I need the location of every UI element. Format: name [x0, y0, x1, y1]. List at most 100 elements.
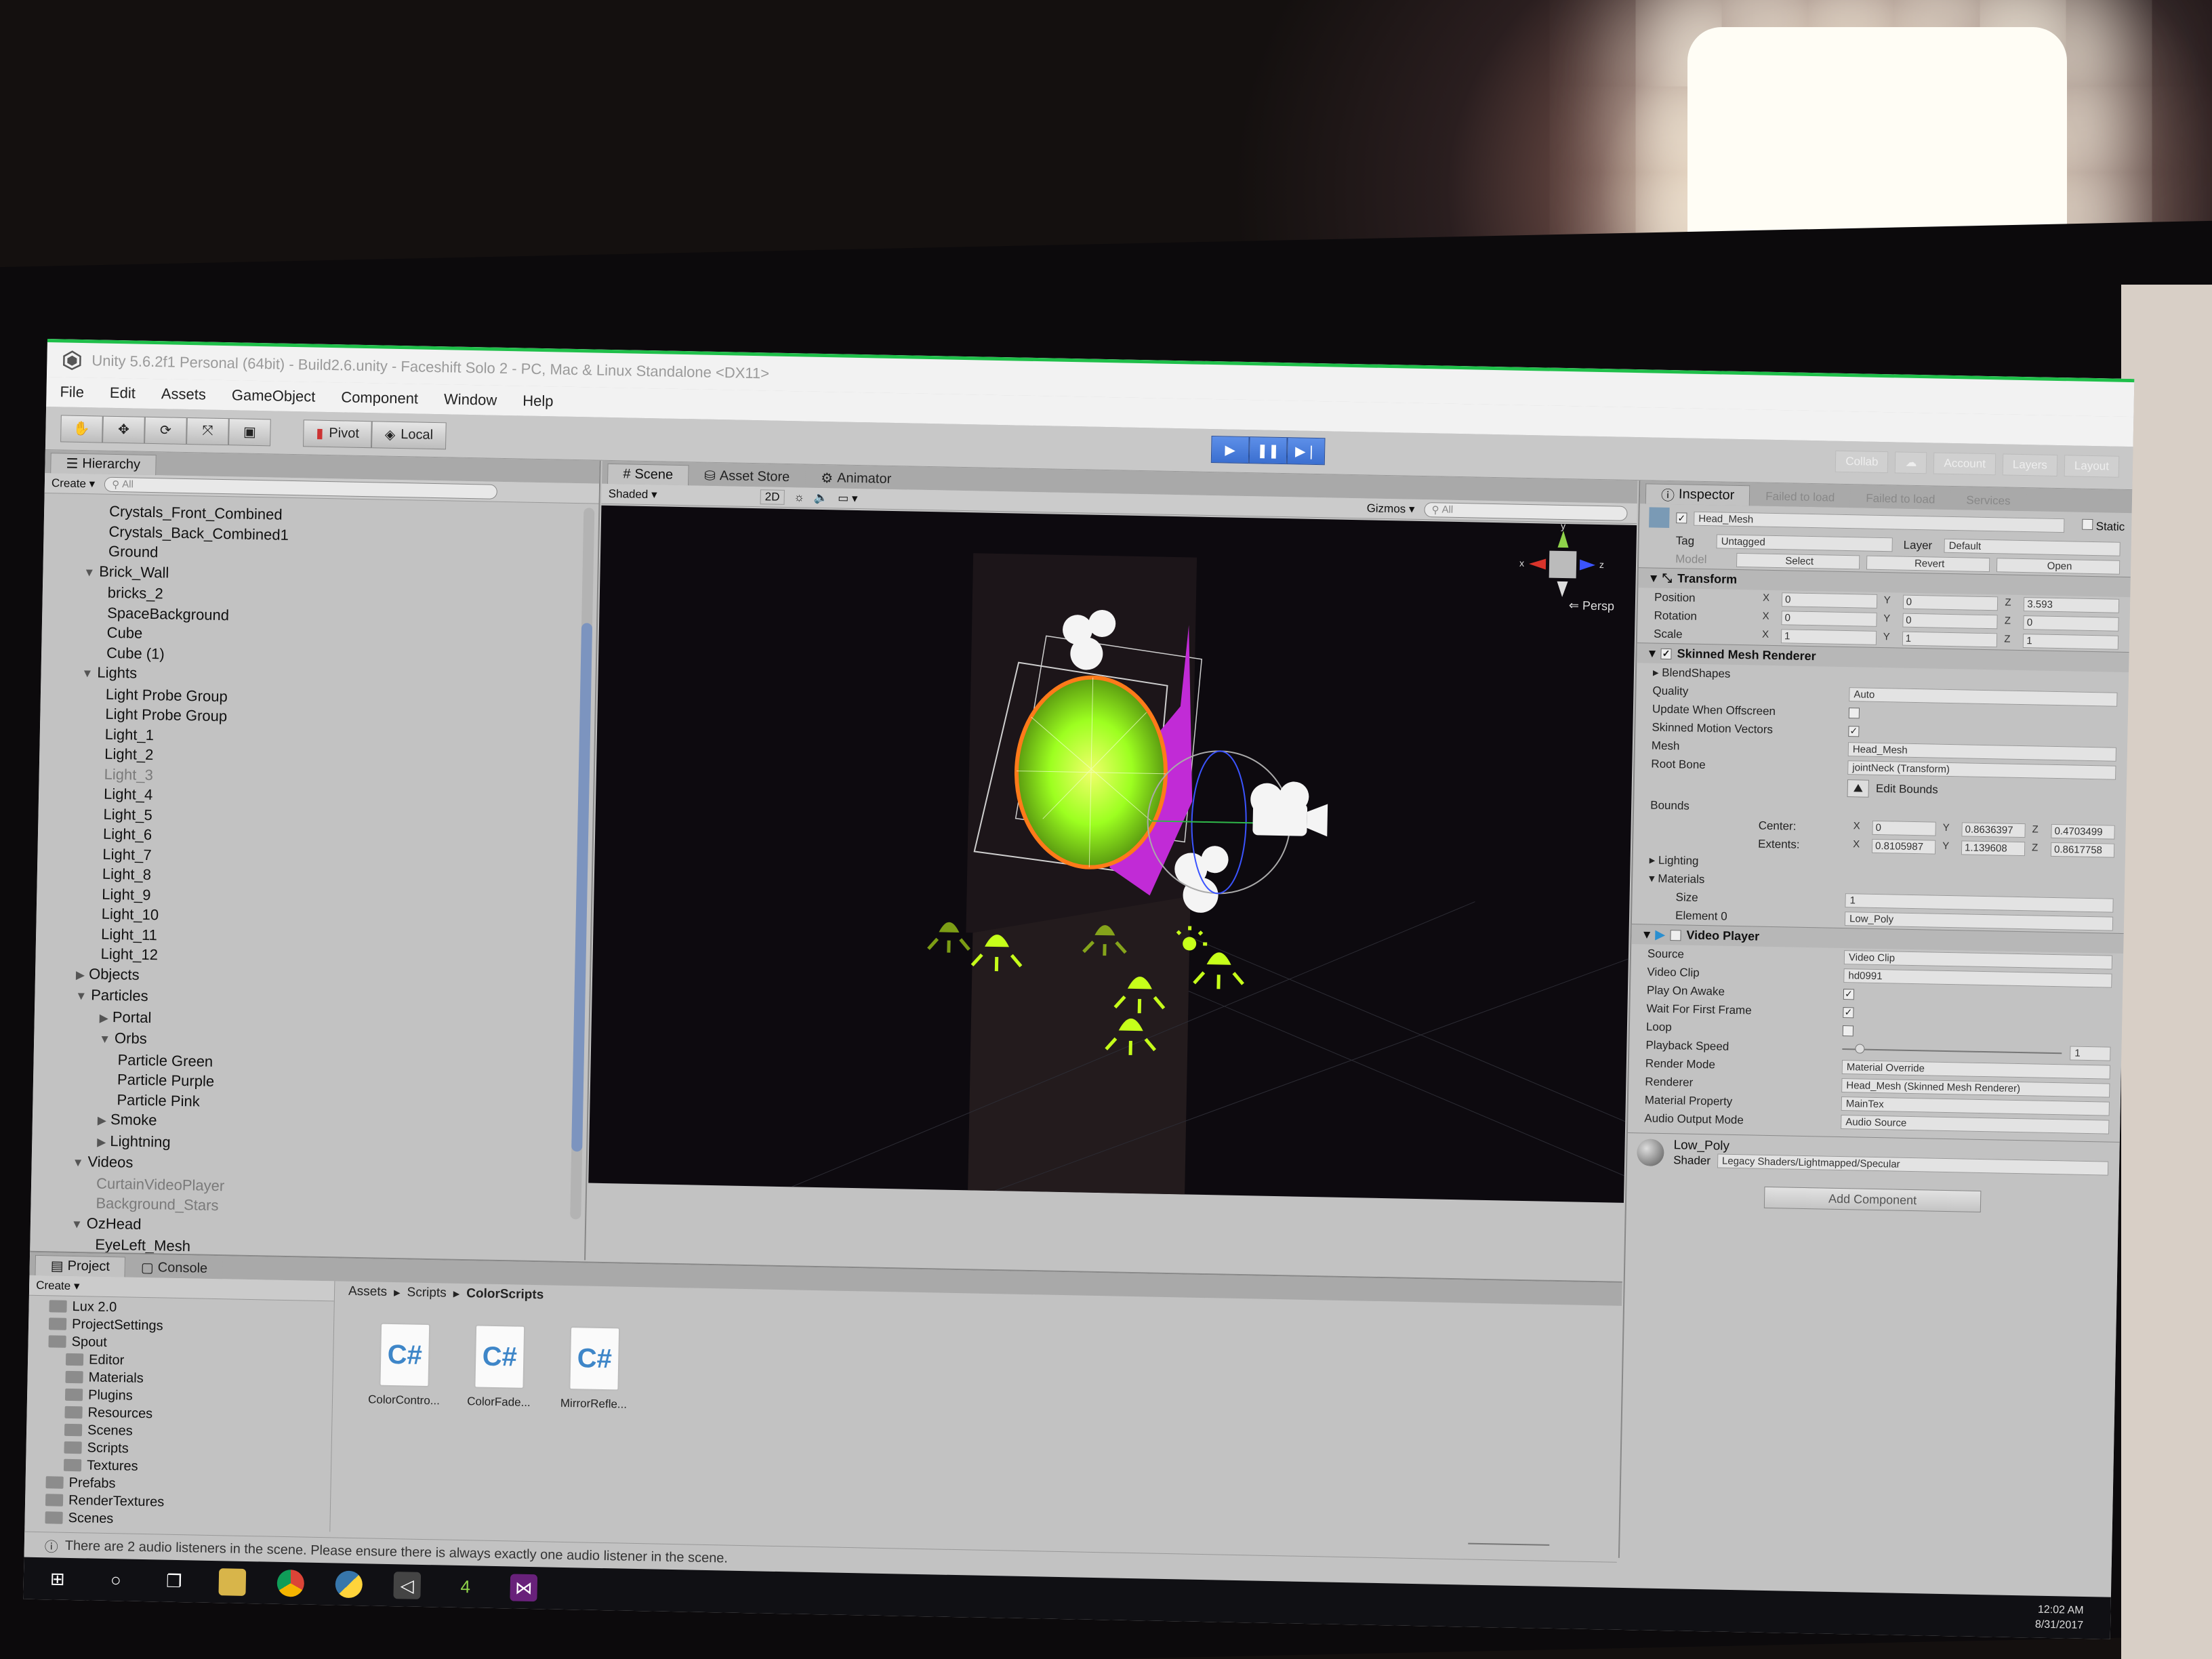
rotation-z[interactable]: 0 [2023, 615, 2119, 632]
menu-file[interactable]: File [60, 383, 84, 401]
scale-z[interactable]: 1 [2023, 634, 2119, 650]
rotation-x[interactable]: 0 [1781, 611, 1877, 627]
expand-arrow-closed-icon[interactable]: ▶ [100, 1011, 108, 1024]
expand-arrow-open-icon[interactable]: ▼ [75, 989, 87, 1002]
tab-services[interactable]: Services [1950, 489, 2026, 512]
file-item[interactable]: C# ColorFade... [455, 1324, 544, 1410]
expand-arrow-open-icon[interactable]: ▼ [99, 1033, 110, 1046]
local-button[interactable]: ◈ Local [371, 420, 447, 449]
expand-arrow-open-icon[interactable]: ▼ [83, 566, 95, 579]
layers-button[interactable]: Layers [2002, 453, 2058, 476]
scale-tool-button[interactable]: ⤧ [186, 417, 229, 445]
menu-assets[interactable]: Assets [161, 385, 206, 403]
video-enabled-checkbox[interactable] [1670, 929, 1681, 941]
tab-asset-store[interactable]: ⛁ Asset Store [688, 465, 806, 488]
scene-effects-icon[interactable]: ▭ ▾ [838, 491, 858, 506]
wait-first-frame-checkbox[interactable]: ✓ [1843, 1006, 1854, 1018]
menu-help[interactable]: Help [523, 392, 554, 410]
add-component-button[interactable]: Add Component [1763, 1186, 1982, 1213]
expand-arrow-open-icon[interactable]: ▼ [81, 667, 93, 680]
rect-tool-button[interactable]: ▣ [228, 417, 271, 446]
scene-lighting-icon[interactable]: ☼ [794, 491, 804, 504]
layer-dropdown[interactable]: Default [1944, 538, 2121, 556]
rotate-tool-button[interactable]: ⟳ [144, 416, 187, 445]
tab-scene[interactable]: # Scene [607, 463, 689, 486]
play-button[interactable]: ▶ [1210, 435, 1250, 464]
file-item[interactable]: C# MirrorRefle... [550, 1326, 639, 1412]
model-open-button[interactable]: Open [1996, 558, 2121, 575]
icon-size-slider[interactable] [1468, 1542, 1550, 1546]
persp-label[interactable]: ⇐ Persp [1569, 598, 1614, 613]
tab-failed-1[interactable]: Failed to load [1750, 485, 1851, 508]
python-icon[interactable] [335, 1570, 363, 1599]
shading-dropdown[interactable]: Shaded ▾ [609, 487, 751, 503]
cloud-button[interactable]: ☁ [1895, 451, 1927, 474]
skinned-enabled-checkbox[interactable]: ✓ [1660, 648, 1672, 659]
layout-button[interactable]: Layout [2064, 455, 2120, 478]
unity-taskbar-icon[interactable]: ◁ [393, 1572, 422, 1599]
scene-viewport[interactable]: y x z ⇐ Persp [588, 505, 1637, 1203]
tab-inspector[interactable]: ⓘ Inspector [1645, 483, 1750, 506]
expand-arrow-closed-icon[interactable]: ▶ [76, 968, 85, 981]
playback-speed-field[interactable]: 1 [2070, 1046, 2111, 1061]
active-checkbox[interactable]: ✓ [1676, 512, 1687, 524]
chrome-icon[interactable] [276, 1569, 305, 1597]
scale-y[interactable]: 1 [1902, 631, 1998, 648]
account-button[interactable]: Account [1933, 452, 1996, 476]
file-item[interactable]: C# ColorContro... [360, 1322, 449, 1408]
scene-search-input[interactable]: ⚲ All [1424, 501, 1628, 521]
edit-bounds-button[interactable]: ⛰ [1847, 779, 1870, 798]
object-name-field[interactable]: Head_Mesh [1694, 511, 2065, 533]
tab-project[interactable]: ▤ Project [35, 1254, 126, 1277]
tab-console[interactable]: ▢ Console [125, 1256, 224, 1279]
position-y[interactable]: 0 [1902, 594, 1999, 611]
app-taskbar-icon[interactable]: 4 [451, 1573, 479, 1601]
tab-animator[interactable]: ⚙ Animator [804, 467, 907, 490]
loop-checkbox[interactable] [1842, 1025, 1854, 1036]
hand-tool-button[interactable]: ✋ [60, 414, 103, 443]
audio-output-dropdown[interactable]: Audio Source [1841, 1115, 2110, 1134]
playback-speed-slider[interactable] [1842, 1043, 2062, 1054]
breadcrumb-scripts[interactable]: Scripts [407, 1285, 446, 1300]
center-x[interactable]: 0 [1872, 820, 1936, 836]
menu-gameobject[interactable]: GameObject [232, 386, 316, 405]
move-tool-button[interactable]: ✥ [102, 415, 145, 444]
menu-edit[interactable]: Edit [110, 384, 136, 403]
slider-knob[interactable] [1855, 1043, 1865, 1054]
center-y[interactable]: 0.8636397 [1961, 822, 2026, 838]
breadcrumb-colorscripts[interactable]: ColorScripts [466, 1286, 544, 1303]
extents-z[interactable]: 0.8617758 [2050, 842, 2115, 858]
orientation-gizmo[interactable]: y x z [1519, 520, 1605, 598]
gizmos-dropdown[interactable]: Gizmos ▾ [1366, 501, 1414, 516]
expand-arrow-open-icon[interactable]: ▼ [72, 1156, 83, 1169]
project-create-button[interactable]: Create ▾ [36, 1278, 80, 1292]
step-button[interactable]: ▶❘ [1286, 437, 1326, 466]
expand-arrow-closed-icon[interactable]: ▶ [98, 1114, 106, 1127]
pause-button[interactable]: ❚❚ [1248, 436, 1288, 465]
model-revert-button[interactable]: Revert [1866, 555, 1990, 573]
tab-failed-2[interactable]: Failed to load [1850, 487, 1951, 510]
scene-audio-icon[interactable]: 🔈 [814, 491, 829, 504]
expand-arrow-closed-icon[interactable]: ▶ [97, 1135, 106, 1148]
collab-button[interactable]: Collab [1835, 450, 1889, 474]
static-checkbox[interactable]: Static [2081, 518, 2125, 533]
motion-vectors-checkbox[interactable]: ✓ [1848, 725, 1860, 737]
file-explorer-icon[interactable] [218, 1568, 247, 1596]
center-z[interactable]: 0.4703499 [2051, 823, 2115, 840]
breadcrumb-assets[interactable]: Assets [348, 1284, 387, 1300]
tab-hierarchy[interactable]: ☰ Hierarchy [50, 453, 157, 476]
position-x[interactable]: 0 [1781, 592, 1877, 609]
position-z[interactable]: 3.593 [2024, 597, 2120, 613]
play-on-awake-checkbox[interactable]: ✓ [1843, 988, 1855, 1000]
extents-y[interactable]: 1.139608 [1961, 840, 2026, 857]
task-view-icon[interactable]: ❐ [160, 1568, 188, 1595]
tag-dropdown[interactable]: Untagged [1716, 534, 1893, 552]
hierarchy-create-button[interactable]: Create ▾ [52, 476, 96, 491]
cortana-icon[interactable]: ○ [102, 1566, 129, 1594]
menu-window[interactable]: Window [444, 390, 497, 409]
taskbar-clock[interactable]: 12:02 AM 8/31/2017 [2035, 1603, 2084, 1633]
windows-start-icon[interactable]: ⊞ [43, 1565, 71, 1593]
model-select-button[interactable]: Select [1736, 552, 1860, 570]
update-offscreen-checkbox[interactable] [1848, 707, 1860, 718]
material-header[interactable]: Low_Poly Shader Legacy Shaders/Lightmappe… [1626, 1132, 2120, 1180]
